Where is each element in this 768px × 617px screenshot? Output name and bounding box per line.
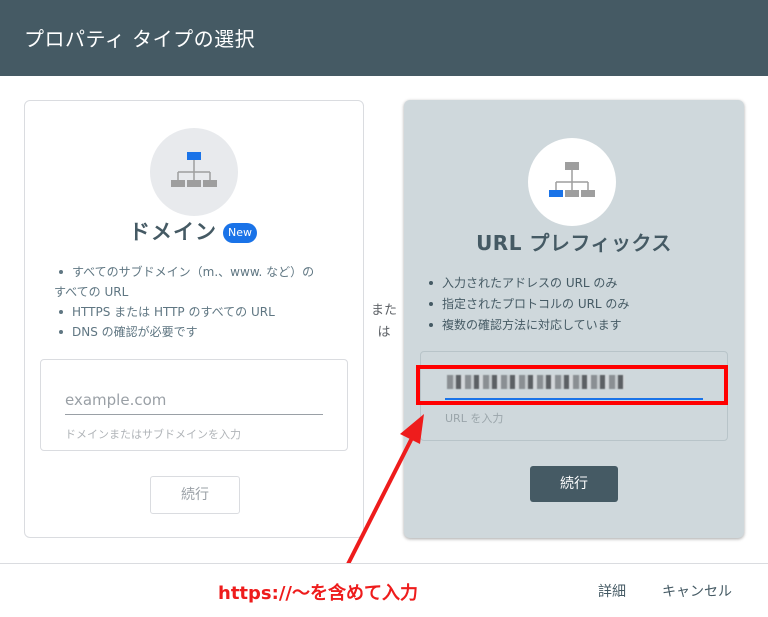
domain-input-container: ドメインまたはサブドメインを入力 <box>40 359 348 451</box>
annotation-highlight-box <box>416 365 728 405</box>
domain-icon-circle <box>150 128 238 216</box>
sitemap-child-selected-icon <box>549 162 595 197</box>
cancel-button[interactable]: キャンセル <box>662 581 732 601</box>
list-item: DNS の確認が必要です <box>54 322 334 342</box>
url-prefix-icon-circle <box>528 138 616 226</box>
url-prefix-card-title: URL プレフィックス <box>476 231 672 255</box>
url-prefix-feature-list: 入力されたアドレスの URL のみ 指定されたプロトコルの URL のみ 複数の… <box>424 273 724 336</box>
list-item: 複数の確認方法に対応しています <box>424 315 724 336</box>
list-item: 指定されたプロトコルの URL のみ <box>424 294 724 315</box>
or-separator: または <box>370 303 397 340</box>
domain-feature-list: すべてのサブドメイン（m.、www. など）の すべての URL HTTPS ま… <box>54 262 334 342</box>
sitemap-top-selected-icon <box>171 152 217 187</box>
annotation-text: https://～を含めて入力 <box>218 583 418 604</box>
dialog-header: プロパティ タイプの選択 <box>0 0 768 76</box>
dialog-footer: https://～を含めて入力 詳細 キャンセル <box>0 563 768 617</box>
url-prefix-property-card[interactable]: URL プレフィックス 入力されたアドレスの URL のみ 指定されたプロトコル… <box>404 100 744 538</box>
details-button[interactable]: 詳細 <box>598 581 626 601</box>
domain-input[interactable] <box>65 386 323 415</box>
domain-card-title: ドメイン <box>129 220 217 244</box>
list-item: すべてのサブドメイン（m.、www. など）の すべての URL <box>54 262 334 302</box>
domain-property-card[interactable]: ドメイン New すべてのサブドメイン（m.、www. など）の すべての UR… <box>24 100 364 538</box>
domain-continue-button[interactable]: 続行 <box>150 476 240 514</box>
url-prefix-continue-button[interactable]: 続行 <box>530 466 618 502</box>
dialog-title: プロパティ タイプの選択 <box>24 27 256 51</box>
list-item: HTTPS または HTTP のすべての URL <box>54 302 334 322</box>
url-input-helper: URL を入力 <box>445 412 504 425</box>
domain-input-helper: ドメインまたはサブドメインを入力 <box>65 428 241 441</box>
list-item: 入力されたアドレスの URL のみ <box>424 273 724 294</box>
new-badge: New <box>223 223 257 243</box>
